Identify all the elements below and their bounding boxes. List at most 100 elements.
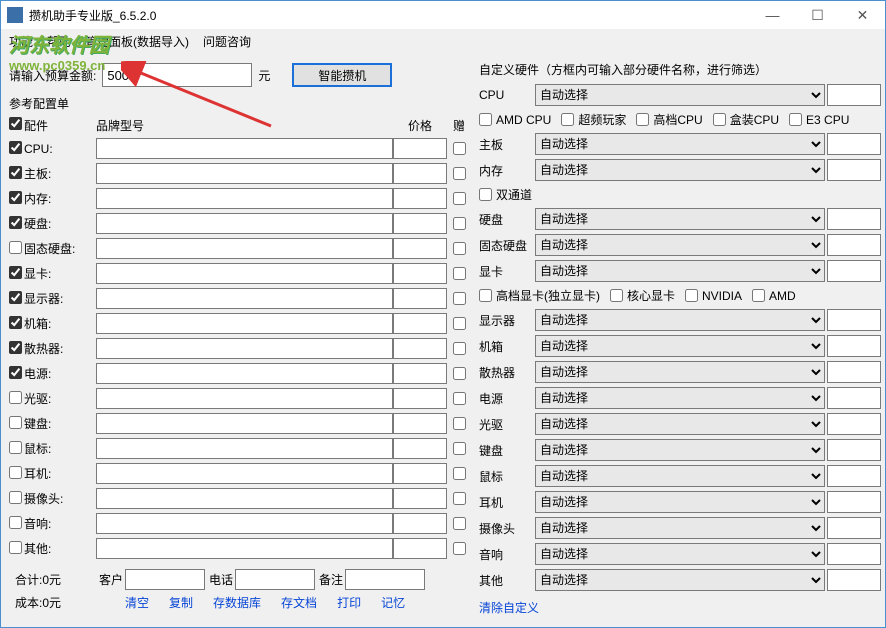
part-check[interactable] xyxy=(9,416,22,429)
customer-input[interactable] xyxy=(125,569,205,590)
price-input[interactable] xyxy=(393,413,447,434)
model-input[interactable] xyxy=(96,388,393,409)
part-check[interactable] xyxy=(9,391,22,404)
odd-filter[interactable] xyxy=(827,413,881,435)
link-clear[interactable]: 清空 xyxy=(125,594,149,611)
model-input[interactable] xyxy=(96,363,393,384)
gift-check[interactable] xyxy=(453,242,466,255)
part-check[interactable] xyxy=(9,366,22,379)
model-input[interactable] xyxy=(96,463,393,484)
menu-admin[interactable]: 管理面板(数据导入) xyxy=(85,33,189,50)
mb-filter[interactable] xyxy=(827,133,881,155)
price-input[interactable] xyxy=(393,238,447,259)
header-check[interactable] xyxy=(9,117,22,130)
link-memory[interactable]: 记忆 xyxy=(381,594,405,611)
other-filter[interactable] xyxy=(827,569,881,591)
menu-qa[interactable]: 问题咨询 xyxy=(203,33,251,50)
part-check[interactable] xyxy=(9,216,22,229)
link-print[interactable]: 打印 xyxy=(337,594,361,611)
chk-dual[interactable]: 双通道 xyxy=(479,186,532,203)
model-input[interactable] xyxy=(96,188,393,209)
chk-e3[interactable]: E3 CPU xyxy=(789,113,849,127)
monitor-filter[interactable] xyxy=(827,309,881,331)
link-savedb[interactable]: 存数据库 xyxy=(213,594,261,611)
cooler-select[interactable]: 自动选择 xyxy=(535,361,825,383)
price-input[interactable] xyxy=(393,438,447,459)
part-check[interactable] xyxy=(9,141,22,154)
gift-check[interactable] xyxy=(453,142,466,155)
model-input[interactable] xyxy=(96,413,393,434)
part-check[interactable] xyxy=(9,341,22,354)
part-check[interactable] xyxy=(9,491,22,504)
gift-check[interactable] xyxy=(453,342,466,355)
model-input[interactable] xyxy=(96,338,393,359)
psu-select[interactable]: 自动选择 xyxy=(535,387,825,409)
mouse-filter[interactable] xyxy=(827,465,881,487)
model-input[interactable] xyxy=(96,313,393,334)
price-input[interactable] xyxy=(393,288,447,309)
close-button[interactable]: ✕ xyxy=(840,1,885,29)
case-filter[interactable] xyxy=(827,335,881,357)
ssd-select[interactable]: 自动选择 xyxy=(535,234,825,256)
gift-check[interactable] xyxy=(453,492,466,505)
hdd-filter[interactable] xyxy=(827,208,881,230)
hdd-select[interactable]: 自动选择 xyxy=(535,208,825,230)
monitor-select[interactable]: 自动选择 xyxy=(535,309,825,331)
model-input[interactable] xyxy=(96,213,393,234)
gpu-select[interactable]: 自动选择 xyxy=(535,260,825,282)
gift-check[interactable] xyxy=(453,192,466,205)
gift-check[interactable] xyxy=(453,467,466,480)
model-input[interactable] xyxy=(96,288,393,309)
model-input[interactable] xyxy=(96,488,393,509)
psu-filter[interactable] xyxy=(827,387,881,409)
chk-nvidia[interactable]: NVIDIA xyxy=(685,289,742,303)
minimize-button[interactable]: — xyxy=(750,1,795,29)
price-input[interactable] xyxy=(393,388,447,409)
price-input[interactable] xyxy=(393,363,447,384)
case-select[interactable]: 自动选择 xyxy=(535,335,825,357)
chk-boxcpu[interactable]: 盒装CPU xyxy=(713,111,779,128)
cam-select[interactable]: 自动选择 xyxy=(535,517,825,539)
headset-filter[interactable] xyxy=(827,491,881,513)
model-input[interactable] xyxy=(96,138,393,159)
other-select[interactable]: 自动选择 xyxy=(535,569,825,591)
link-savedoc[interactable]: 存文档 xyxy=(281,594,317,611)
note-input[interactable] xyxy=(345,569,425,590)
menu-help[interactable]: 帮助 xyxy=(47,33,71,50)
chk-highcpu[interactable]: 高档CPU xyxy=(636,111,702,128)
mb-select[interactable]: 自动选择 xyxy=(535,133,825,155)
gift-check[interactable] xyxy=(453,442,466,455)
price-input[interactable] xyxy=(393,488,447,509)
chk-amdgpu[interactable]: AMD xyxy=(752,289,796,303)
gift-check[interactable] xyxy=(453,417,466,430)
gift-check[interactable] xyxy=(453,317,466,330)
gift-check[interactable] xyxy=(453,542,466,555)
price-input[interactable] xyxy=(393,313,447,334)
model-input[interactable] xyxy=(96,238,393,259)
ssd-filter[interactable] xyxy=(827,234,881,256)
part-check[interactable] xyxy=(9,241,22,254)
gift-check[interactable] xyxy=(453,392,466,405)
part-check[interactable] xyxy=(9,441,22,454)
part-check[interactable] xyxy=(9,291,22,304)
menu-func[interactable]: 功能 xyxy=(9,33,33,50)
model-input[interactable] xyxy=(96,438,393,459)
ram-select[interactable]: 自动选择 xyxy=(535,159,825,181)
price-input[interactable] xyxy=(393,338,447,359)
clear-custom-link[interactable]: 清除自定义 xyxy=(479,601,539,615)
gpu-filter[interactable] xyxy=(827,260,881,282)
model-input[interactable] xyxy=(96,263,393,284)
smart-build-button[interactable]: 智能攒机 xyxy=(292,63,392,87)
price-input[interactable] xyxy=(393,138,447,159)
model-input[interactable] xyxy=(96,538,393,559)
price-input[interactable] xyxy=(393,213,447,234)
cpu-filter[interactable] xyxy=(827,84,881,106)
speaker-filter[interactable] xyxy=(827,543,881,565)
cam-filter[interactable] xyxy=(827,517,881,539)
ram-filter[interactable] xyxy=(827,159,881,181)
budget-input[interactable] xyxy=(102,63,252,87)
odd-select[interactable]: 自动选择 xyxy=(535,413,825,435)
mouse-select[interactable]: 自动选择 xyxy=(535,465,825,487)
price-input[interactable] xyxy=(393,538,447,559)
gift-check[interactable] xyxy=(453,267,466,280)
